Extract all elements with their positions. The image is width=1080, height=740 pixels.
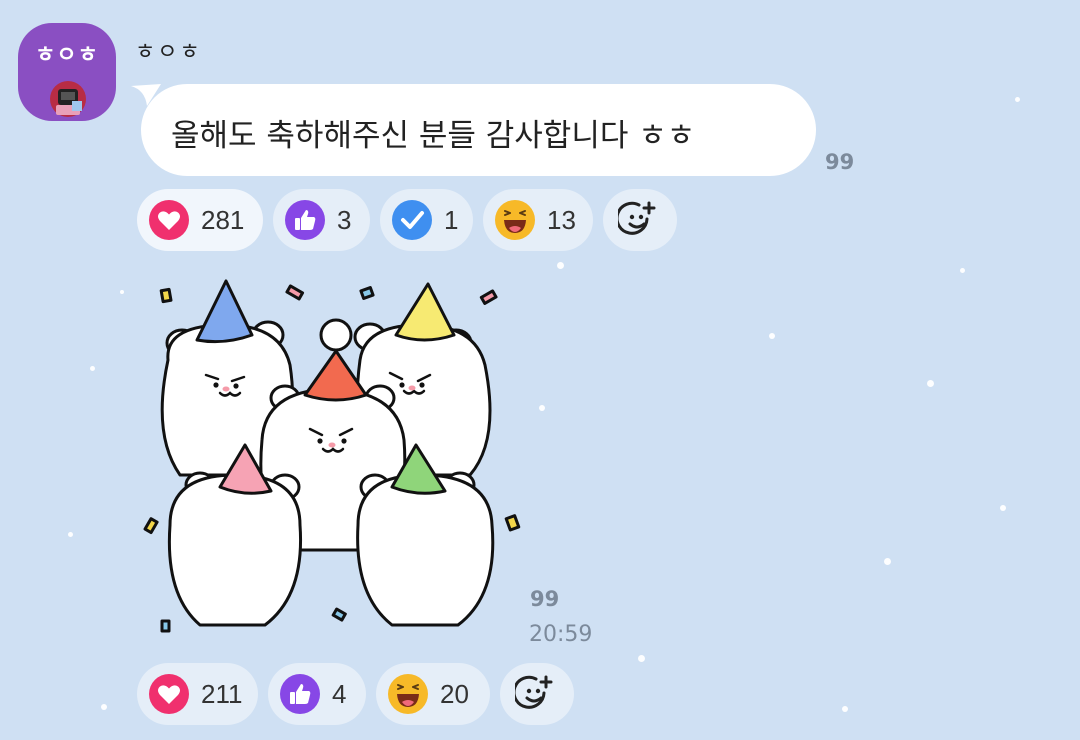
reaction-heart[interactable]: 211 [137, 663, 258, 725]
add-emoji-icon [515, 675, 553, 709]
reaction-count: 211 [201, 678, 243, 709]
add-emoji-icon [618, 201, 656, 235]
sticker-unread-count: 99 [530, 587, 560, 611]
thumbs-up-icon [280, 674, 320, 714]
reaction-laughing[interactable]: 13 [483, 189, 593, 251]
reaction-count: 3 [337, 204, 352, 235]
sender-avatar[interactable]: ㅎㅇㅎ [18, 23, 116, 121]
laughing-face-icon [388, 674, 428, 714]
reaction-count: 13 [547, 204, 576, 235]
unread-count: 99 [825, 150, 855, 174]
reaction-laughing[interactable]: 20 [376, 663, 490, 725]
reaction-count: 281 [201, 204, 245, 235]
reaction-thumbs-up[interactable]: 3 [273, 189, 370, 251]
laughing-face-icon [495, 200, 535, 240]
reaction-count: 1 [444, 204, 459, 235]
message-text: 올해도 축하해주신 분들 감사합니다 ㅎㅎ [171, 118, 696, 154]
heart-icon [149, 674, 189, 714]
avatar-character-icon [50, 81, 86, 117]
check-icon [392, 200, 432, 240]
reaction-check[interactable]: 1 [380, 189, 473, 251]
add-reaction-button[interactable] [603, 189, 677, 251]
thumbs-up-icon [285, 200, 325, 240]
add-reaction-button[interactable] [500, 663, 574, 725]
reaction-count: 20 [440, 678, 469, 709]
heart-icon [149, 200, 189, 240]
sticker-party-bears[interactable] [140, 265, 540, 645]
avatar-label: ㅎㅇㅎ [35, 43, 99, 68]
reaction-count: 4 [332, 678, 347, 709]
message-time: 20:59 [529, 622, 593, 647]
message-bubble[interactable]: 올해도 축하해주신 분들 감사합니다 ㅎㅎ [141, 84, 816, 176]
sender-name: ㅎㅇㅎ [135, 40, 202, 65]
reaction-heart[interactable]: 281 [137, 189, 263, 251]
reaction-thumbs-up[interactable]: 4 [268, 663, 366, 725]
